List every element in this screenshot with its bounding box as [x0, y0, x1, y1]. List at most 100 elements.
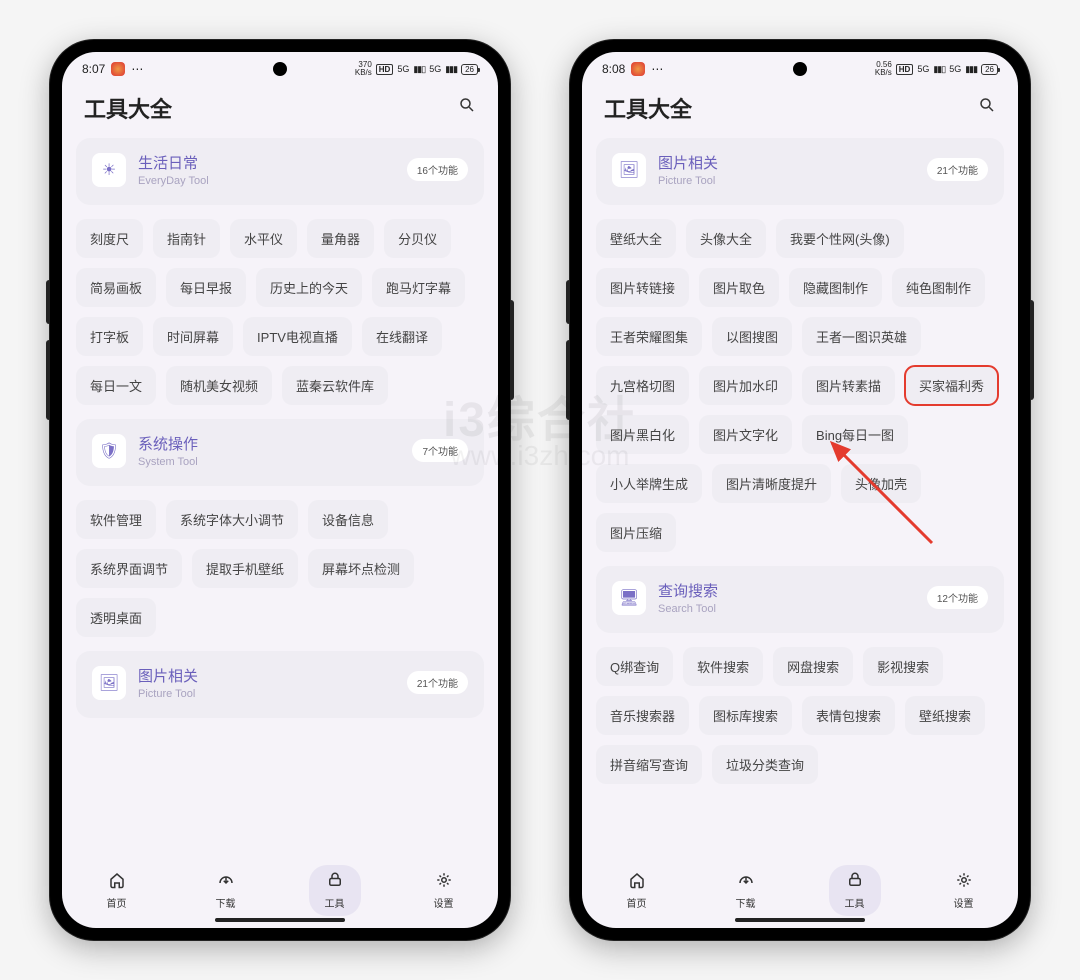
tool-chip[interactable]: 提取手机壁纸: [192, 549, 298, 588]
nav-download[interactable]: 下载: [720, 865, 772, 916]
tool-chip[interactable]: 隐藏图制作: [789, 268, 882, 307]
tool-chip[interactable]: 分贝仪: [384, 219, 451, 258]
tool-chip[interactable]: 图片取色: [699, 268, 779, 307]
tool-chip[interactable]: 图片压缩: [596, 513, 676, 552]
tool-chip[interactable]: 简易画板: [76, 268, 156, 307]
nav-home[interactable]: 首页: [611, 865, 663, 916]
home-indicator[interactable]: [215, 918, 345, 922]
tool-chip[interactable]: 跑马灯字幕: [372, 268, 465, 307]
status-app-icon: [631, 62, 645, 76]
tool-chip[interactable]: 屏幕坏点检测: [308, 549, 414, 588]
signal-icon: ▮▮▯: [413, 64, 425, 75]
home-icon: [108, 871, 126, 892]
search-icon[interactable]: [978, 96, 996, 120]
tool-chip[interactable]: 以图搜图: [712, 317, 792, 356]
tool-chip[interactable]: 打字板: [76, 317, 143, 356]
tool-chip[interactable]: 纯色图制作: [892, 268, 985, 307]
tool-chip[interactable]: 影视搜索: [863, 647, 943, 686]
tool-chip[interactable]: 随机美女视频: [166, 366, 272, 405]
tool-chip[interactable]: 音乐搜索器: [596, 696, 689, 735]
status-more-icon: ⋯: [651, 62, 663, 76]
tool-chip[interactable]: 刻度尺: [76, 219, 143, 258]
category-subtitle: Picture Tool: [658, 175, 915, 187]
tool-chip[interactable]: 指南针: [153, 219, 220, 258]
nav-settings[interactable]: 设置: [938, 865, 990, 916]
tool-chip[interactable]: 每日一文: [76, 366, 156, 405]
signal-icon: ▮▮▯: [933, 64, 945, 75]
tool-chip[interactable]: 九宫格切图: [596, 366, 689, 405]
tool-chip[interactable]: 时间屏幕: [153, 317, 233, 356]
tool-chip[interactable]: 买家福利秀: [905, 366, 998, 405]
tool-chip[interactable]: 王者一图识英雄: [802, 317, 921, 356]
tool-chip[interactable]: 壁纸大全: [596, 219, 676, 258]
tool-chip[interactable]: 图片黑白化: [596, 415, 689, 454]
nav-home-label: 首页: [627, 895, 647, 910]
tool-chip[interactable]: 表情包搜索: [802, 696, 895, 735]
tool-chip[interactable]: 蓝秦云软件库: [282, 366, 388, 405]
home-indicator[interactable]: [735, 918, 865, 922]
tool-chip[interactable]: 系统界面调节: [76, 549, 182, 588]
tool-chip[interactable]: 网盘搜索: [773, 647, 853, 686]
tool-chip[interactable]: 系统字体大小调节: [166, 500, 298, 539]
category-card[interactable]: 🛡 系统操作 System Tool 7个功能: [76, 419, 484, 486]
category-count: 7个功能: [412, 439, 468, 462]
page-title: 工具大全: [604, 92, 692, 124]
tool-chip[interactable]: 每日早报: [166, 268, 246, 307]
category-subtitle: System Tool: [138, 456, 400, 468]
category-icon: 🛡: [92, 434, 126, 468]
category-card[interactable]: 🖼 图片相关 Picture Tool 21个功能: [76, 651, 484, 718]
nav-tools[interactable]: 工具: [309, 865, 361, 916]
tool-chip[interactable]: Q绑查询: [596, 647, 673, 686]
category-icon: 🖼: [612, 153, 646, 187]
tool-chip[interactable]: 图片转链接: [596, 268, 689, 307]
tool-chip[interactable]: 图片文字化: [699, 415, 792, 454]
tool-chip[interactable]: 头像加壳: [841, 464, 921, 503]
nav-download[interactable]: 下载: [200, 865, 252, 916]
category-title: 查询搜索: [658, 580, 915, 601]
tool-chip[interactable]: 头像大全: [686, 219, 766, 258]
tool-chip[interactable]: 图片转素描: [802, 366, 895, 405]
tool-chip[interactable]: 垃圾分类查询: [712, 745, 818, 784]
tool-chip[interactable]: 设备信息: [308, 500, 388, 539]
download-icon: [217, 871, 235, 892]
tool-chip[interactable]: 小人举牌生成: [596, 464, 702, 503]
tool-chip[interactable]: 软件搜索: [683, 647, 763, 686]
tool-chip[interactable]: 在线翻译: [362, 317, 442, 356]
tool-chip[interactable]: 软件管理: [76, 500, 156, 539]
tool-chip[interactable]: 透明桌面: [76, 598, 156, 637]
category-icon: 🖥: [612, 581, 646, 615]
nav-home[interactable]: 首页: [91, 865, 143, 916]
status-time: 8:08: [602, 62, 625, 76]
bottom-nav: 首页 下载 工具 设置: [62, 856, 498, 928]
tool-chip[interactable]: 历史上的今天: [256, 268, 362, 307]
status-hd-badge: HD: [896, 64, 914, 75]
category-card[interactable]: ☀ 生活日常 EveryDay Tool 16个功能: [76, 138, 484, 205]
tool-chip[interactable]: 我要个性网(头像): [776, 219, 904, 258]
tool-chip[interactable]: 图片加水印: [699, 366, 792, 405]
tool-chip[interactable]: 壁纸搜索: [905, 696, 985, 735]
tool-chip[interactable]: 图片清晰度提升: [712, 464, 831, 503]
category-card[interactable]: 🖼 图片相关 Picture Tool 21个功能: [596, 138, 1004, 205]
tools-icon: [846, 871, 864, 892]
bottom-nav: 首页 下载 工具 设置: [582, 856, 1018, 928]
tool-chip[interactable]: 图标库搜索: [699, 696, 792, 735]
category-card[interactable]: 🖥 查询搜索 Search Tool 12个功能: [596, 566, 1004, 633]
settings-icon: [435, 871, 453, 892]
tool-chip[interactable]: 拼音缩写查询: [596, 745, 702, 784]
category-subtitle: Search Tool: [658, 603, 915, 615]
category-count: 21个功能: [927, 158, 988, 181]
tool-chip[interactable]: 水平仪: [230, 219, 297, 258]
tool-chip[interactable]: 量角器: [307, 219, 374, 258]
chip-group: 刻度尺指南针水平仪量角器分贝仪简易画板每日早报历史上的今天跑马灯字幕打字板时间屏…: [76, 219, 484, 405]
tool-chip[interactable]: 王者荣耀图集: [596, 317, 702, 356]
chip-group: 壁纸大全头像大全我要个性网(头像) 图片转链接图片取色隐藏图制作纯色图制作王者荣耀…: [596, 219, 1004, 552]
home-icon: [628, 871, 646, 892]
nav-tools[interactable]: 工具: [829, 865, 881, 916]
signal-icon: ▮▮▮: [965, 64, 977, 75]
tool-chip[interactable]: IPTV电视直播: [243, 317, 352, 356]
category-subtitle: Picture Tool: [138, 688, 395, 700]
nav-settings[interactable]: 设置: [418, 865, 470, 916]
tool-chip[interactable]: Bing每日一图: [802, 415, 908, 454]
search-icon[interactable]: [458, 96, 476, 120]
nav-settings-label: 设置: [434, 895, 454, 910]
